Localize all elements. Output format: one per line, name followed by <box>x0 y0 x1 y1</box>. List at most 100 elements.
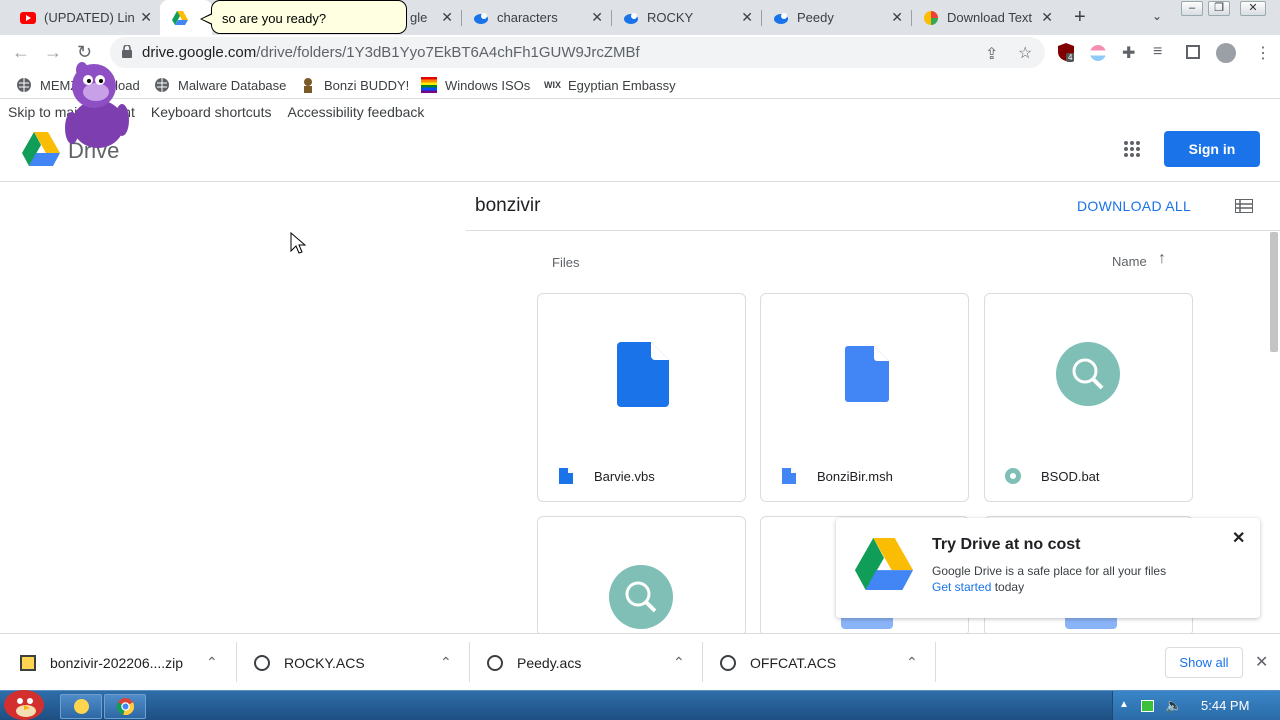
extensions-puzzle-icon[interactable]: ✚ <box>1122 43 1135 63</box>
bookmark-malware-database[interactable]: Malware Database <box>154 77 286 93</box>
tab-rocky[interactable]: ROCKY ✕ <box>611 0 761 35</box>
search-small-icon <box>1005 468 1021 484</box>
tab-download-text[interactable]: Download Text ✕ <box>911 0 1061 35</box>
file-card[interactable] <box>537 516 746 636</box>
close-tab-icon[interactable]: ✕ <box>591 10 603 24</box>
download-all-button[interactable]: DOWNLOAD ALL <box>1077 198 1191 214</box>
get-started-link[interactable]: Get started <box>932 580 991 594</box>
lock-icon <box>122 45 132 58</box>
close-tab-icon[interactable]: ✕ <box>441 10 453 24</box>
volume-icon[interactable]: 🔈 <box>1165 697 1182 714</box>
peedy-icon <box>773 10 789 26</box>
list-view-icon[interactable] <box>1235 199 1253 213</box>
profile-extension-icon[interactable] <box>1090 45 1106 61</box>
media-control-icon[interactable]: ≡ <box>1153 43 1162 61</box>
chevron-up-icon[interactable]: ⌃ <box>673 654 685 671</box>
file-card[interactable]: Barvie.vbs <box>537 293 746 502</box>
download-filename: bonzivir-202206....zip <box>50 654 184 671</box>
sign-in-button[interactable]: Sign in <box>1164 131 1260 167</box>
bookmark-bonzi-buddy[interactable]: Bonzi BUDDY! <box>300 77 409 93</box>
chevron-up-icon[interactable]: ⌃ <box>440 654 452 671</box>
chevron-up-icon[interactable]: ⌃ <box>206 654 218 671</box>
accessibility-feedback-link[interactable]: Accessibility feedback <box>287 104 424 120</box>
download-separator <box>935 642 936 682</box>
globe-icon <box>154 77 170 93</box>
tab-label: Download Text <box>947 10 1033 25</box>
youtube-icon <box>20 10 36 26</box>
download-item[interactable]: Peedy.acs ⌃ <box>487 634 697 691</box>
side-panel-icon[interactable] <box>1186 45 1200 59</box>
download-separator <box>702 642 703 682</box>
share-icon[interactable]: ⇪ <box>985 44 998 64</box>
minimize-button[interactable]: – <box>1181 1 1203 16</box>
file-thumbnail <box>538 294 745 454</box>
promo-cta-line: Get started today <box>932 580 1024 594</box>
bookmark-label: Malware Database <box>178 77 287 93</box>
bonzi-buddy-character[interactable] <box>60 58 134 154</box>
maximize-button[interactable]: ❐ <box>1208 1 1230 16</box>
bookmark-egyptian-embassy[interactable]: WIX Egyptian Embassy <box>544 77 676 93</box>
promo-description: Google Drive is a safe place for all you… <box>932 564 1167 578</box>
start-button[interactable] <box>0 683 48 720</box>
network-icon[interactable] <box>1141 700 1154 712</box>
tab-strip: (UPDATED) Lin ✕ gle ✕ characters ✕ ROCKY <box>0 0 1280 35</box>
file-card[interactable]: BSOD.bat <box>984 293 1193 502</box>
system-tray: ▲ 🔈 <box>1112 691 1280 720</box>
file-thumbnail <box>761 294 968 454</box>
search-preview-icon <box>1056 342 1120 406</box>
show-all-downloads-button[interactable]: Show all <box>1165 647 1243 678</box>
download-item[interactable]: ROCKY.ACS ⌃ <box>254 634 464 691</box>
tab-search-icon[interactable]: ⌄ <box>1152 9 1162 23</box>
download-item[interactable]: bonzivir-202206....zip ⌃ <box>20 634 230 691</box>
agent-file-icon <box>487 654 503 671</box>
tab-google-docs[interactable]: gle ✕ <box>407 0 461 35</box>
tab-youtube[interactable]: (UPDATED) Lin ✕ <box>0 0 160 35</box>
bookmark-star-icon[interactable]: ☆ <box>1018 43 1032 63</box>
bookmark-windows-isos[interactable]: Windows ISOs <box>421 77 530 93</box>
document-icon <box>845 346 889 402</box>
close-window-button[interactable]: ✕ <box>1240 1 1266 16</box>
chevron-up-icon[interactable]: ⌃ <box>906 654 918 671</box>
download-filename: ROCKY.ACS <box>284 654 365 671</box>
rainbow-flag-icon <box>421 77 437 93</box>
system-clock[interactable]: 5:44 PM <box>1201 698 1249 713</box>
browser-toolbar: ← → ↻ drive.google.com/drive/folders/1Y3… <box>0 35 1280 71</box>
page-scrollbar[interactable] <box>1270 232 1278 352</box>
keyboard-shortcuts-link[interactable]: Keyboard shortcuts <box>151 104 272 120</box>
google-drive-logo[interactable] <box>22 132 60 171</box>
colorful-icon <box>923 10 939 26</box>
download-separator <box>236 642 237 682</box>
agent-file-icon <box>720 654 736 671</box>
file-card[interactable]: BonziBir.msh <box>760 293 969 502</box>
tab-peedy[interactable]: Peedy ✕ <box>761 0 911 35</box>
google-drive-icon <box>172 10 188 26</box>
chrome-menu-icon[interactable]: ⋮ <box>1255 43 1271 63</box>
profile-avatar-icon[interactable] <box>1216 43 1236 63</box>
globe-icon <box>16 77 32 93</box>
close-promo-icon[interactable]: ✕ <box>1232 528 1245 548</box>
download-item[interactable]: OFFCAT.ACS ⌃ <box>720 634 930 691</box>
files-section-heading: Files <box>552 255 580 270</box>
back-arrow-icon[interactable]: ← <box>12 42 30 63</box>
sort-by-name-button[interactable]: Name <box>1112 254 1147 269</box>
new-tab-button[interactable]: + <box>1074 6 1086 28</box>
ublock-extension-icon[interactable]: 4 <box>1058 43 1075 62</box>
show-hidden-icons-icon[interactable]: ▲ <box>1119 699 1129 710</box>
tab-characters[interactable]: characters ✕ <box>461 0 611 35</box>
close-tab-icon[interactable]: ✕ <box>140 10 152 24</box>
taskbar-app-explorer[interactable] <box>60 694 102 719</box>
agent-file-icon <box>254 654 270 671</box>
google-apps-icon[interactable] <box>1123 140 1141 158</box>
close-tab-icon[interactable]: ✕ <box>891 10 903 24</box>
mouse-cursor-icon <box>290 232 306 254</box>
folder-title: bonzivir <box>475 195 541 216</box>
sort-ascending-arrow-icon[interactable]: ↑ <box>1158 250 1166 268</box>
taskbar-app-chrome[interactable] <box>104 694 146 719</box>
close-tab-icon[interactable]: ✕ <box>1041 10 1053 24</box>
agent-speech-bubble: so are you ready? <box>200 0 407 34</box>
document-small-icon <box>559 468 573 484</box>
downloads-shelf: bonzivir-202206....zip ⌃ ROCKY.ACS ⌃ Pee… <box>0 633 1280 690</box>
close-tab-icon[interactable]: ✕ <box>741 10 753 24</box>
close-shelf-icon[interactable]: ✕ <box>1255 652 1268 672</box>
address-bar[interactable]: drive.google.com/drive/folders/1Y3dB1Yyo… <box>110 37 1045 68</box>
